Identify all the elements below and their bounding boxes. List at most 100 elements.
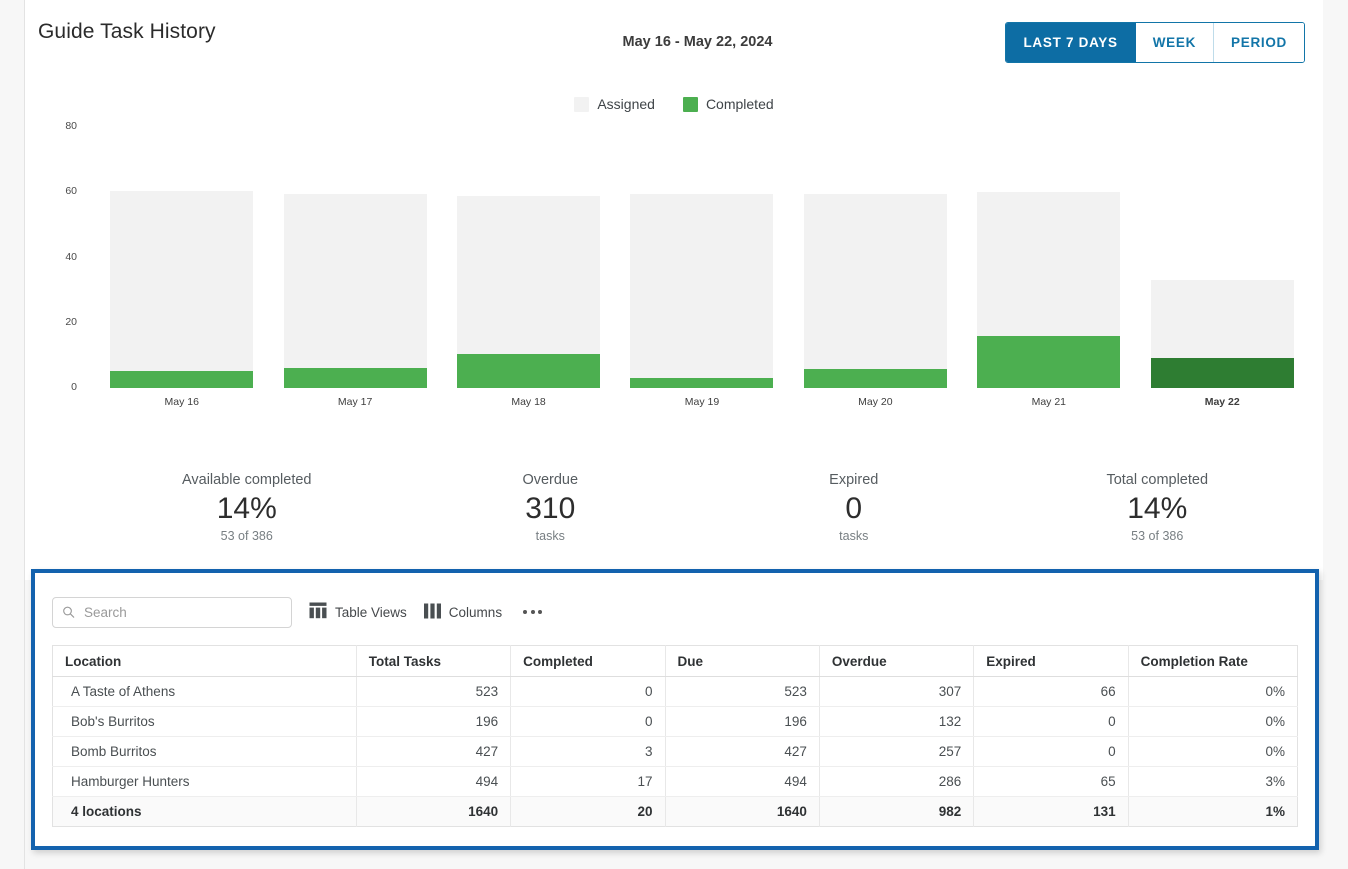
cell-due: 427 [665, 736, 820, 767]
range-selector[interactable]: LAST 7 DAYS WEEK PERIOD [1005, 22, 1305, 63]
legend-swatch-completed [682, 96, 698, 112]
bar-segment-completed [977, 336, 1121, 388]
locations-table: Location Total Tasks Completed Due Overd… [52, 645, 1298, 827]
cell-total-tasks: 494 [356, 766, 512, 797]
table-row[interactable]: Bomb Burritos 427 3 427 257 0 0% [52, 736, 1298, 767]
search-icon [62, 606, 75, 619]
columns-icon [423, 603, 441, 622]
legend-label-completed: Completed [705, 96, 774, 112]
stat-available-completed: Available completed 14% 53 of 386 [95, 472, 399, 543]
column-header-total-tasks[interactable]: Total Tasks [356, 645, 512, 677]
legend-item-assigned: Assigned [574, 96, 655, 112]
stat-value: 0 [845, 492, 863, 525]
columns-label: Columns [448, 604, 503, 620]
chart-legend: Assigned Completed [25, 96, 1323, 112]
bar-column[interactable]: May 22 [1150, 118, 1294, 408]
cell-total-total-tasks: 1640 [356, 796, 512, 827]
bar-segment-assigned [110, 190, 254, 388]
cell-location: Bob's Burritos [52, 706, 357, 737]
cell-completion-rate: 0% [1128, 736, 1298, 767]
cell-expired: 0 [973, 736, 1129, 767]
cell-total-completed: 20 [510, 796, 666, 827]
search-box[interactable] [52, 596, 292, 628]
cell-completion-rate: 0% [1128, 676, 1298, 707]
column-header-expired[interactable]: Expired [973, 645, 1129, 677]
page-root: Guide Task History May 16 - May 22, 2024… [0, 0, 1348, 869]
range-button-week[interactable]: WEEK [1135, 23, 1215, 62]
x-axis-label: May 17 [337, 396, 373, 408]
cell-overdue: 132 [819, 706, 975, 737]
y-axis-tick: 60 [65, 185, 77, 198]
column-header-completed[interactable]: Completed [510, 645, 666, 677]
x-axis-label: May 21 [1031, 396, 1067, 408]
bar-segment-completed [457, 353, 601, 388]
cell-due: 196 [665, 706, 820, 737]
x-axis-label: May 19 [684, 396, 720, 408]
legend-label-assigned: Assigned [597, 96, 655, 112]
bar-column[interactable]: May 21 [977, 118, 1121, 408]
table-row[interactable]: Hamburger Hunters 494 17 494 286 65 3% [52, 766, 1298, 797]
y-axis-tick: 40 [65, 250, 77, 263]
column-header-due[interactable]: Due [665, 645, 820, 677]
highlighted-table-region: Table Views Columns [31, 569, 1319, 850]
y-axis-tick: 0 [71, 381, 77, 393]
table-total-row: 4 locations 1640 20 1640 982 131 1% [52, 796, 1298, 827]
table-grid-icon [309, 602, 327, 622]
stat-sub: tasks [839, 528, 869, 543]
table-card: Table Views Columns [35, 573, 1315, 846]
cell-location: Bomb Burritos [52, 736, 357, 767]
range-button-last-7-days[interactable]: LAST 7 DAYS [1006, 23, 1136, 62]
table-views-label: Table Views [335, 604, 407, 620]
stat-value: 14% [216, 492, 277, 525]
cell-completed: 0 [510, 706, 666, 737]
table-toolbar: Table Views Columns [52, 595, 1298, 629]
cell-due: 523 [665, 676, 820, 707]
column-header-location[interactable]: Location [52, 645, 357, 677]
bar-segment-completed [110, 371, 254, 388]
cell-total-overdue: 982 [819, 796, 975, 827]
y-axis-tick: 80 [65, 120, 77, 132]
table-row[interactable]: Bob's Burritos 196 0 196 132 0 0% [52, 706, 1298, 737]
cell-total-due: 1640 [665, 796, 820, 827]
page-title: Guide Task History [38, 20, 216, 43]
x-axis-label: May 18 [511, 396, 546, 408]
bar-column[interactable]: May 16 [110, 118, 254, 408]
legend-swatch-assigned [574, 96, 590, 112]
cell-location: A Taste of Athens [52, 676, 357, 707]
cell-completion-rate: 3% [1128, 766, 1298, 797]
cell-total-tasks: 196 [356, 706, 512, 737]
stat-value: 14% [1127, 492, 1188, 525]
stat-label: Available completed [181, 472, 312, 488]
bar-segment-completed [283, 368, 427, 388]
cell-expired: 66 [973, 676, 1129, 707]
table-header-row: Location Total Tasks Completed Due Overd… [52, 645, 1298, 677]
stat-expired: Expired 0 tasks [702, 472, 1006, 543]
bar-column[interactable]: May 20 [803, 118, 947, 408]
bar-segment-completed [1150, 357, 1294, 388]
table-row[interactable]: A Taste of Athens 523 0 523 307 66 0% [52, 676, 1298, 707]
bar-column[interactable]: May 18 [457, 118, 601, 408]
cell-total-completion-rate: 1% [1128, 796, 1298, 827]
bar-segment-assigned [630, 193, 774, 388]
bar-column[interactable]: May 19 [630, 118, 774, 408]
legend-item-completed: Completed [682, 96, 774, 112]
cell-total-location: 4 locations [52, 796, 357, 827]
y-axis-tick: 20 [65, 315, 77, 328]
more-options-icon[interactable] [519, 604, 546, 620]
cell-completed: 3 [510, 736, 666, 767]
column-header-overdue[interactable]: Overdue [819, 645, 975, 677]
range-button-period[interactable]: PERIOD [1214, 23, 1304, 62]
table-views-button[interactable]: Table Views [309, 602, 407, 622]
cell-expired: 0 [973, 706, 1129, 737]
bar-segment-completed [630, 377, 774, 388]
column-header-completion-rate[interactable]: Completion Rate [1128, 645, 1298, 677]
cell-location: Hamburger Hunters [52, 766, 357, 797]
cell-total-tasks: 523 [356, 676, 512, 707]
bar-column[interactable]: May 17 [283, 118, 427, 408]
stat-sub: 53 of 386 [220, 528, 273, 543]
x-axis-label: May 22 [1204, 396, 1240, 408]
stat-label: Overdue [522, 472, 579, 488]
search-input[interactable] [82, 597, 291, 627]
columns-button[interactable]: Columns [423, 603, 503, 622]
stat-sub: 53 of 386 [1131, 528, 1184, 543]
